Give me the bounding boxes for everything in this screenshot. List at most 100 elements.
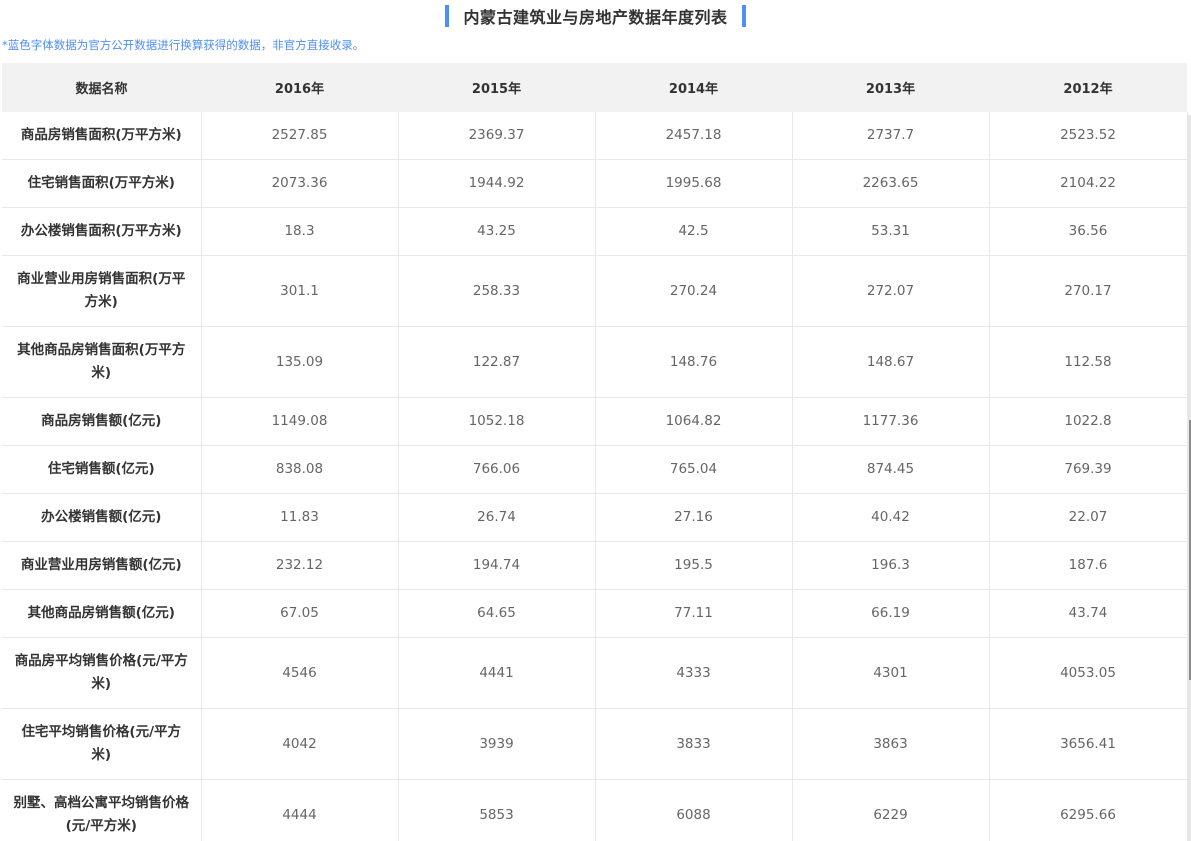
title-left-bar-icon (445, 5, 450, 27)
table-cell: 2104.22 (989, 159, 1188, 208)
row-label: 别墅、高档公寓平均销售价格(元/平方米) (2, 779, 202, 841)
row-label: 其他商品房销售额(亿元) (2, 589, 202, 638)
title-bar: 内蒙古建筑业与房地产数据年度列表 (0, 4, 1191, 28)
table-row: 住宅销售额(亿元) 838.08 766.06 765.04 874.45 769.39 (2, 445, 1188, 494)
table-cell: 1177.36 (792, 397, 990, 446)
data-table: 数据名称 2016年 2015年 2014年 2013年 2012年 商品房销售… (2, 63, 1188, 841)
table-cell: 4042 (201, 708, 399, 780)
column-header: 2016年 (201, 63, 398, 112)
table-cell: 40.42 (792, 493, 990, 542)
table-row: 别墅、高档公寓平均销售价格(元/平方米) 4444 5853 6088 6229 6295… (2, 779, 1188, 841)
page-title: 内蒙古建筑业与房地产数据年度列表 (463, 8, 728, 27)
table-cell: 6088 (595, 779, 793, 841)
table-cell: 2523.52 (989, 112, 1188, 160)
table-cell: 187.6 (989, 541, 1188, 590)
row-label: 商业营业用房销售面积(万平方米) (2, 255, 202, 327)
table-cell: 148.76 (595, 326, 793, 398)
table-row: 商业营业用房销售额(亿元) 232.12 194.74 195.5 196.3 187.6 (2, 541, 1188, 590)
table-cell: 66.19 (792, 589, 990, 638)
row-label: 住宅平均销售价格(元/平方米) (2, 708, 202, 780)
table-row: 商业营业用房销售面积(万平方米) 301.1 258.33 270.24 272.07 2… (2, 255, 1188, 327)
table-cell: 194.74 (398, 541, 596, 590)
table-row: 住宅平均销售价格(元/平方米) 4042 3939 3833 3863 3656.41 (2, 708, 1188, 780)
table-cell: 43.25 (398, 207, 596, 256)
row-label: 办公楼销售额(亿元) (2, 493, 202, 542)
table-cell: 270.17 (989, 255, 1188, 327)
row-label: 商业营业用房销售额(亿元) (2, 541, 202, 590)
table-cell: 18.3 (201, 207, 399, 256)
table-cell: 232.12 (201, 541, 399, 590)
table-cell: 43.74 (989, 589, 1188, 638)
table-cell: 112.58 (989, 326, 1188, 398)
table-cell: 3656.41 (989, 708, 1188, 780)
table-row: 其他商品房销售额(亿元) 67.05 64.65 77.11 66.19 43.74 (2, 589, 1188, 638)
table-cell: 1064.82 (595, 397, 793, 446)
row-label: 住宅销售额(亿元) (2, 445, 202, 494)
row-label: 商品房销售额(亿元) (2, 397, 202, 446)
table-cell: 22.07 (989, 493, 1188, 542)
table-row: 商品房销售面积(万平方米) 2527.85 2369.37 2457.18 2737.7… (2, 112, 1188, 160)
column-header: 2012年 (989, 63, 1187, 112)
table-cell: 2263.65 (792, 159, 990, 208)
table-cell: 5853 (398, 779, 596, 841)
table-cell: 2073.36 (201, 159, 399, 208)
table-cell: 769.39 (989, 445, 1188, 494)
table-cell: 272.07 (792, 255, 990, 327)
table-cell: 67.05 (201, 589, 399, 638)
table-cell: 26.74 (398, 493, 596, 542)
table-cell: 11.83 (201, 493, 399, 542)
table-cell: 6229 (792, 779, 990, 841)
table-row: 商品房销售额(亿元) 1149.08 1052.18 1064.82 1177.36 10… (2, 397, 1188, 446)
row-label: 商品房销售面积(万平方米) (2, 112, 202, 160)
table-cell: 3939 (398, 708, 596, 780)
table-body: 商品房销售面积(万平方米) 2527.85 2369.37 2457.18 2737.7… (2, 112, 1188, 841)
table-cell: 1944.92 (398, 159, 596, 208)
title-right-bar-icon (741, 5, 746, 27)
table-cell: 27.16 (595, 493, 793, 542)
table-cell: 77.11 (595, 589, 793, 638)
table-cell: 42.5 (595, 207, 793, 256)
table-cell: 874.45 (792, 445, 990, 494)
table-cell: 4444 (201, 779, 399, 841)
page: 内蒙古建筑业与房地产数据年度列表 *蓝色字体数据为官方公开数据进行换算获得的数据… (0, 0, 1191, 841)
table-cell: 1022.8 (989, 397, 1188, 446)
table-cell: 2369.37 (398, 112, 596, 160)
table-cell: 4441 (398, 637, 596, 709)
table-row: 商品房平均销售价格(元/平方米) 4546 4441 4333 4301 4053.05 (2, 637, 1188, 709)
column-header: 2015年 (398, 63, 595, 112)
data-note: *蓝色字体数据为官方公开数据进行换算获得的数据，非官方直接收录。 (2, 38, 365, 52)
table-cell: 195.5 (595, 541, 793, 590)
table-cell: 4546 (201, 637, 399, 709)
table-cell: 196.3 (792, 541, 990, 590)
table-cell: 766.06 (398, 445, 596, 494)
table-cell: 1995.68 (595, 159, 793, 208)
table-cell: 301.1 (201, 255, 399, 327)
table-cell: 2457.18 (595, 112, 793, 160)
table-cell: 122.87 (398, 326, 596, 398)
table-row: 办公楼销售额(亿元) 11.83 26.74 27.16 40.42 22.07 (2, 493, 1188, 542)
table-cell: 6295.66 (989, 779, 1188, 841)
row-label: 商品房平均销售价格(元/平方米) (2, 637, 202, 709)
table-cell: 258.33 (398, 255, 596, 327)
table-cell: 53.31 (792, 207, 990, 256)
table-row: 住宅销售面积(万平方米) 2073.36 1944.92 1995.68 2263.65… (2, 159, 1188, 208)
row-label: 住宅销售面积(万平方米) (2, 159, 202, 208)
table-cell: 2527.85 (201, 112, 399, 160)
table-cell: 36.56 (989, 207, 1188, 256)
table-cell: 765.04 (595, 445, 793, 494)
table-cell: 148.67 (792, 326, 990, 398)
table-cell: 4053.05 (989, 637, 1188, 709)
table-cell: 4301 (792, 637, 990, 709)
row-label: 其他商品房销售面积(万平方米) (2, 326, 202, 398)
table-row: 其他商品房销售面积(万平方米) 135.09 122.87 148.76 148.67 1… (2, 326, 1188, 398)
table-cell: 1052.18 (398, 397, 596, 446)
column-header: 2013年 (792, 63, 989, 112)
table-cell: 2737.7 (792, 112, 990, 160)
column-header: 数据名称 (2, 63, 201, 112)
table-cell: 3863 (792, 708, 990, 780)
table-row: 办公楼销售面积(万平方米) 18.3 43.25 42.5 53.31 36.56 (2, 207, 1188, 256)
table-cell: 3833 (595, 708, 793, 780)
table-cell: 270.24 (595, 255, 793, 327)
row-label: 办公楼销售面积(万平方米) (2, 207, 202, 256)
table-cell: 838.08 (201, 445, 399, 494)
